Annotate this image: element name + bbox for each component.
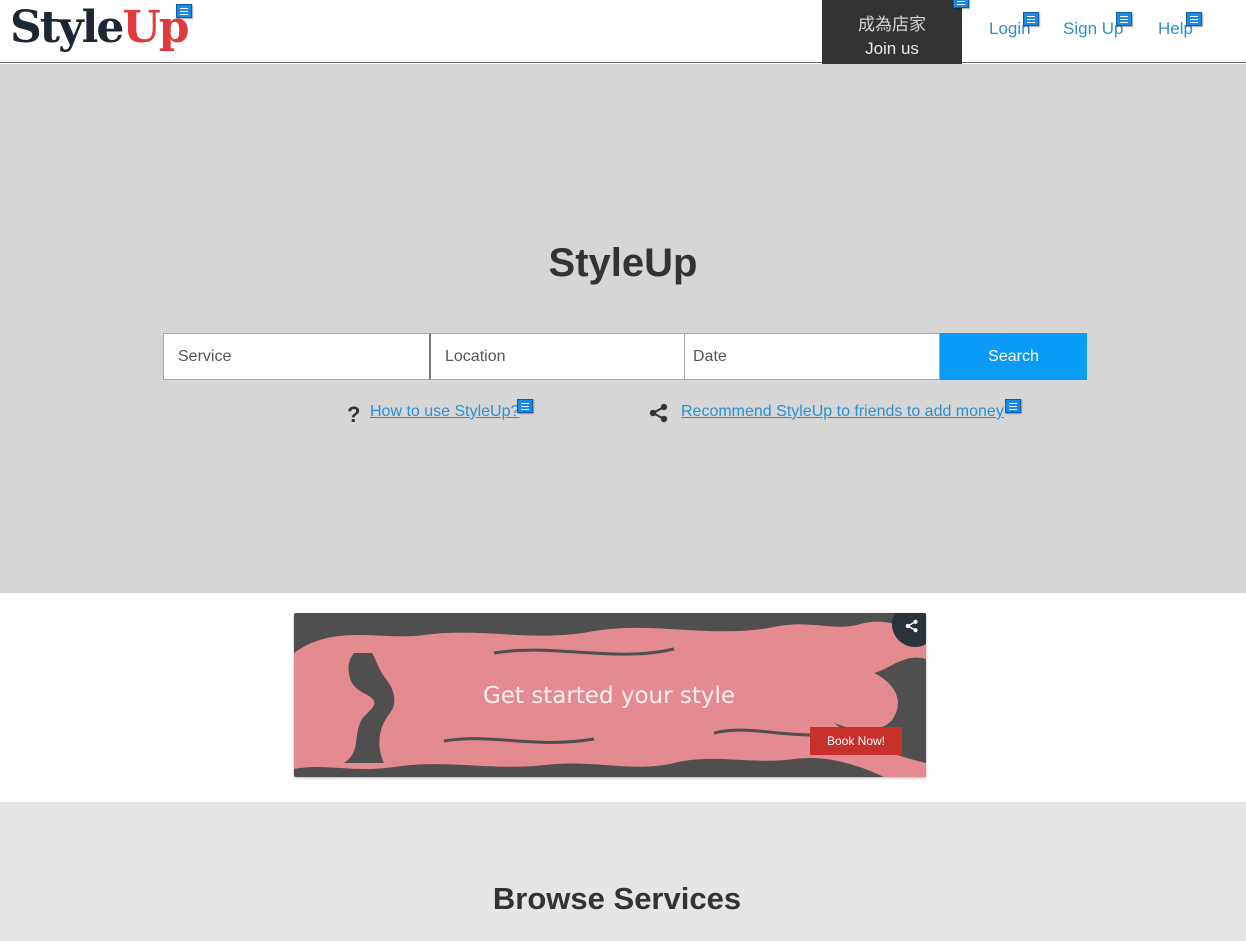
note-icon[interactable] (176, 4, 192, 18)
browse-services-section: Browse Services (0, 802, 1246, 941)
join-us-label-zh: 成為店家 (858, 15, 926, 34)
book-now-button[interactable]: Book Now! (810, 727, 902, 755)
service-input[interactable] (163, 333, 430, 380)
promo-banner[interactable]: Get started your style Book Now! (294, 613, 926, 777)
note-icon[interactable] (1005, 399, 1021, 413)
share-icon (649, 403, 669, 428)
note-icon[interactable] (517, 399, 533, 413)
banner-section: Get started your style Book Now! (0, 593, 1246, 802)
banner-tagline: Get started your style (482, 683, 736, 709)
join-us-label-en: Join us (865, 39, 919, 58)
question-icon: ? (347, 402, 361, 427)
location-input[interactable] (429, 333, 685, 380)
logo-text-style: Style (10, 2, 124, 53)
site-header: StyleUp 成為店家 Join us Login Sign Up Help (0, 0, 1246, 68)
signup-link[interactable]: Sign Up (1063, 19, 1123, 39)
note-icon[interactable] (1023, 12, 1039, 26)
note-icon[interactable] (1186, 12, 1202, 26)
date-input[interactable] (684, 333, 940, 380)
note-icon[interactable] (953, 0, 969, 8)
hero-title: StyleUp (548, 241, 698, 285)
hero-section: StyleUp Search ? How to use StyleUp? Rec… (0, 64, 1246, 593)
browse-services-title: Browse Services (492, 881, 742, 916)
note-icon[interactable] (1116, 12, 1132, 26)
logo[interactable]: StyleUp (10, 2, 190, 53)
share-icon (905, 619, 918, 633)
join-us-button[interactable]: 成為店家 Join us (822, 0, 962, 68)
how-to-use-link[interactable]: How to use StyleUp? (370, 403, 519, 421)
recommend-link[interactable]: Recommend StyleUp to friends to add mone… (681, 403, 1004, 421)
search-button[interactable]: Search (940, 333, 1087, 380)
